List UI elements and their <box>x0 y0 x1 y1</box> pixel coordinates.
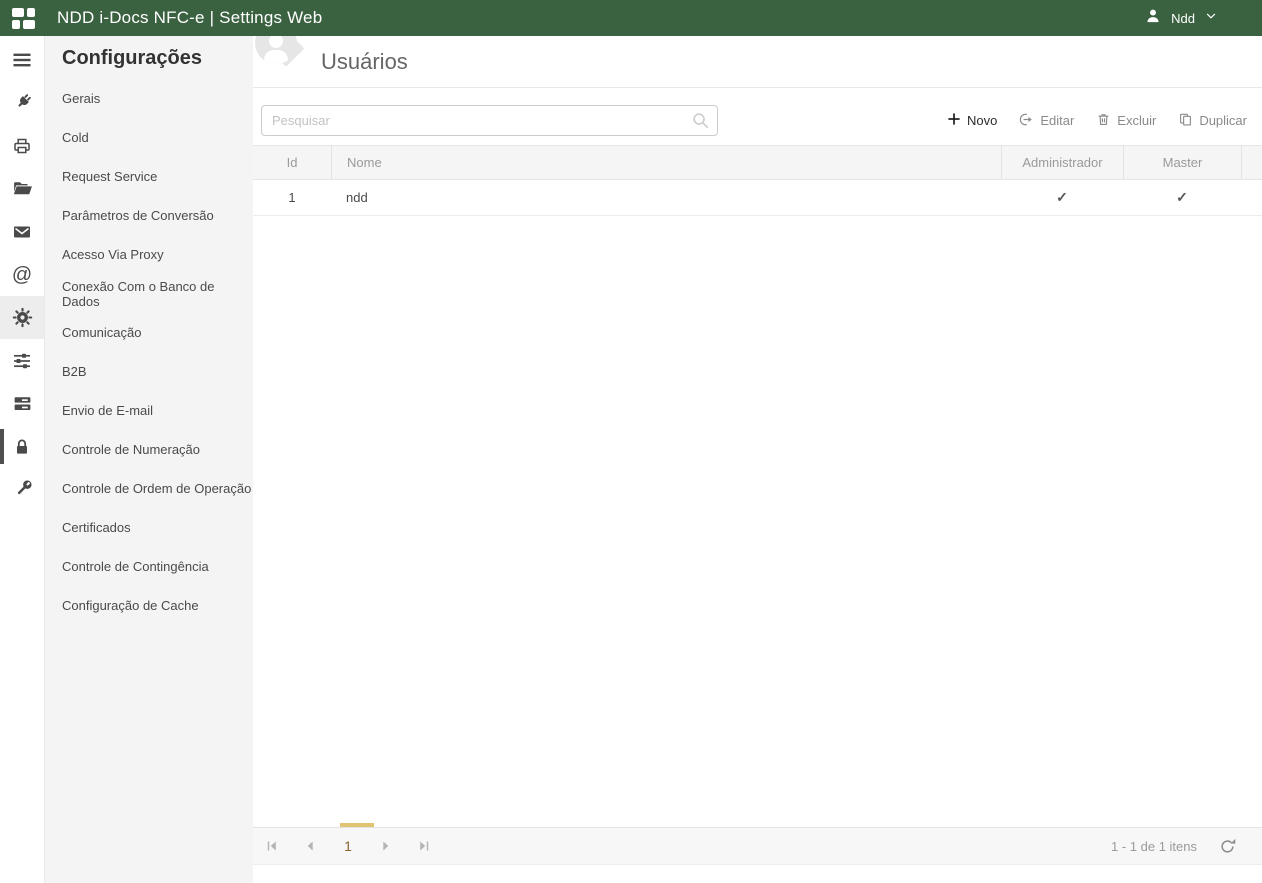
top-bar: NDD i-Docs NFC-e | Settings Web Ndd <box>0 0 1262 36</box>
sidebar-item-parametros-conversao[interactable]: Parâmetros de Conversão <box>62 196 253 235</box>
cell-id: 1 <box>253 190 331 205</box>
gear-icon[interactable] <box>0 296 44 339</box>
icon-rail: @ <box>0 36 45 883</box>
sidebar-item-comunicacao[interactable]: Comunicação <box>62 313 253 352</box>
sidebar-item-cold[interactable]: Cold <box>62 118 253 157</box>
users-grid: Id Nome Administrador Master 1 ndd ✓ ✓ <box>253 145 1262 216</box>
sliders-icon[interactable] <box>0 339 44 382</box>
sidebar-item-request-service[interactable]: Request Service <box>62 157 253 196</box>
sidebar-item-acesso-via-proxy[interactable]: Acesso Via Proxy <box>62 235 253 274</box>
refresh-icon[interactable] <box>1219 838 1236 855</box>
wrench-icon[interactable] <box>0 468 44 511</box>
folder-open-icon[interactable] <box>0 167 44 210</box>
duplicar-button[interactable]: Duplicar <box>1178 112 1247 130</box>
server-icon[interactable] <box>0 382 44 425</box>
lock-icon[interactable] <box>0 425 44 468</box>
page-header: Usuários <box>253 36 1262 88</box>
pager: 1 1 - 1 de 1 itens <box>253 827 1262 865</box>
column-header-spacer <box>1241 146 1262 179</box>
column-header-id[interactable]: Id <box>253 146 331 179</box>
menu-icon[interactable] <box>0 38 44 81</box>
search-input[interactable] <box>261 105 718 136</box>
sidebar-item-controle-numeracao[interactable]: Controle de Numeração <box>62 430 253 469</box>
settings-sidebar: Configurações Gerais Cold Request Servic… <box>45 36 253 883</box>
sidebar-item-gerais[interactable]: Gerais <box>62 79 253 118</box>
app-title: NDD i-Docs NFC-e | Settings Web <box>57 8 322 28</box>
sidebar-item-controle-contingencia[interactable]: Controle de Contingência <box>62 547 253 586</box>
at-icon[interactable]: @ <box>0 253 44 296</box>
user-name: Ndd <box>1171 11 1195 26</box>
column-header-administrador[interactable]: Administrador <box>1001 146 1123 179</box>
app-logo-icon[interactable] <box>12 8 36 29</box>
plug-icon[interactable] <box>0 81 44 124</box>
excluir-button[interactable]: Excluir <box>1096 112 1156 130</box>
duplicate-icon <box>1178 112 1193 130</box>
search-icon[interactable] <box>691 111 710 135</box>
sidebar-item-conexao-banco-dados[interactable]: Conexão Com o Banco de Dados <box>62 274 253 313</box>
last-page-button[interactable] <box>405 827 443 865</box>
column-header-master[interactable]: Master <box>1123 146 1241 179</box>
editar-button[interactable]: Editar <box>1019 112 1074 130</box>
sidebar-title: Configurações <box>62 47 253 70</box>
sidebar-item-configuracao-cache[interactable]: Configuração de Cache <box>62 586 253 625</box>
table-row[interactable]: 1 ndd ✓ ✓ <box>253 180 1262 216</box>
sidebar-item-b2b[interactable]: B2B <box>62 352 253 391</box>
first-page-button[interactable] <box>253 827 291 865</box>
chevron-down-icon <box>1204 9 1218 28</box>
current-page-indicator <box>340 823 374 827</box>
toolbar: Novo Editar Excluir Duplicar <box>261 105 1247 136</box>
sidebar-item-controle-ordem-operacao[interactable]: Controle de Ordem de Operação <box>62 469 253 508</box>
cell-nome: ndd <box>331 190 1001 205</box>
cell-master-check: ✓ <box>1123 189 1241 206</box>
grid-header-row: Id Nome Administrador Master <box>253 145 1262 180</box>
page-number[interactable]: 1 <box>329 838 367 854</box>
mail-icon[interactable] <box>0 210 44 253</box>
trash-icon <box>1096 112 1111 130</box>
content-area: Usuários Novo Editar <box>253 36 1262 883</box>
novo-button[interactable]: Novo <box>947 112 997 129</box>
page-title: Usuários <box>321 49 408 75</box>
edit-icon <box>1019 112 1034 130</box>
printer-icon[interactable] <box>0 124 44 167</box>
pager-info: 1 - 1 de 1 itens <box>1111 839 1197 854</box>
user-menu[interactable]: Ndd <box>1144 7 1218 30</box>
plus-icon <box>947 112 961 129</box>
active-indicator <box>0 429 4 464</box>
sidebar-item-certificados[interactable]: Certificados <box>62 508 253 547</box>
users-page-icon <box>253 36 315 88</box>
next-page-button[interactable] <box>367 827 405 865</box>
prev-page-button[interactable] <box>291 827 329 865</box>
user-icon <box>1144 7 1162 30</box>
cell-administrador-check: ✓ <box>1001 189 1123 206</box>
column-header-nome[interactable]: Nome <box>331 146 1001 179</box>
sidebar-item-envio-email[interactable]: Envio de E-mail <box>62 391 253 430</box>
